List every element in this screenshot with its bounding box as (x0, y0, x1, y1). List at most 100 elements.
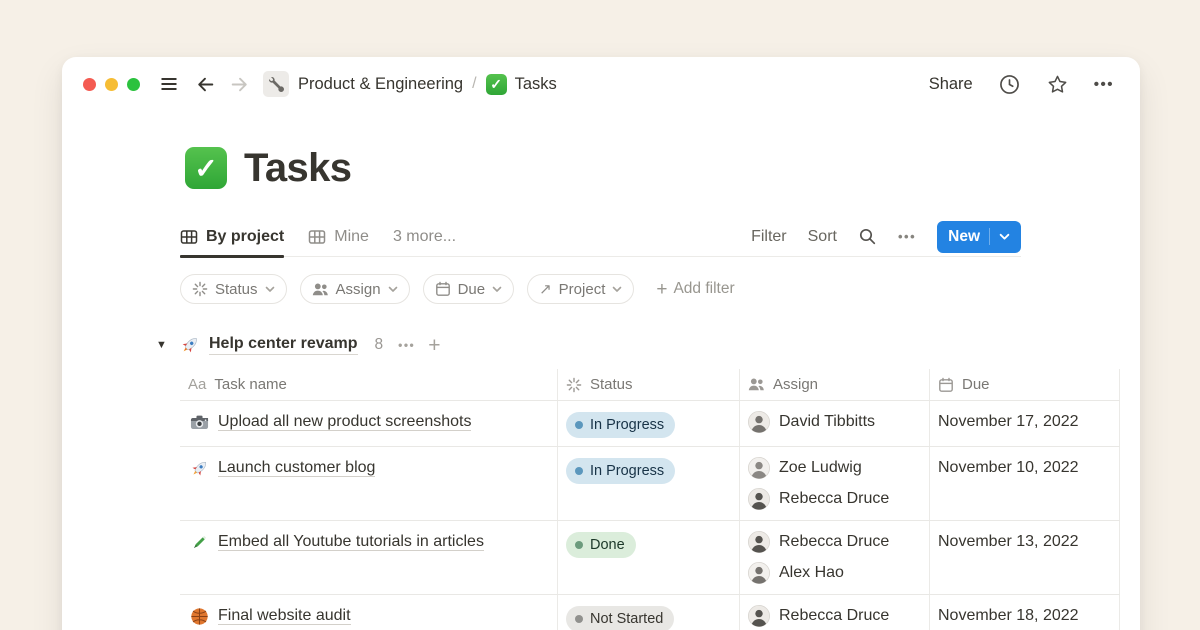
task-cell[interactable]: Embed all Youtube tutorials in articles (180, 521, 558, 594)
table-row: Embed all Youtube tutorials in articles … (180, 521, 1120, 595)
camera-icon (190, 413, 209, 432)
task-cell[interactable]: Launch customer blog (180, 447, 558, 520)
status-cell[interactable]: In Progress (558, 447, 740, 520)
assign-cell[interactable]: Rebecca Druce Alex Hao (740, 521, 930, 594)
sidebar-menu-icon[interactable] (158, 73, 180, 95)
tab-by-project[interactable]: By project (180, 217, 284, 257)
filter-chip-due[interactable]: Due (423, 274, 515, 304)
status-dot-icon (575, 467, 583, 475)
assignee[interactable]: David Tibbitts (748, 409, 921, 435)
group-title[interactable]: Help center revamp (209, 335, 358, 355)
page-header: ✓ Tasks (180, 145, 1120, 191)
assignee-name: Alex Hao (779, 564, 844, 582)
assignee[interactable]: Rebecca Druce (748, 529, 921, 555)
filter-button[interactable]: Filter (751, 228, 787, 246)
task-cell[interactable]: Final website audit (180, 595, 558, 630)
table-row: Final website audit Not Started Rebecca … (180, 595, 1120, 630)
table-row: Launch customer blog In Progress Zoe Lud… (180, 447, 1120, 521)
new-button-divider (989, 228, 990, 245)
avatar (748, 488, 770, 510)
due-cell[interactable]: November 18, 2022 → November 20, 2022 (930, 595, 1120, 630)
column-label: Assign (773, 376, 818, 393)
assign-cell[interactable]: Rebecca Druce (740, 595, 930, 630)
due-date: November 13, 2022 (938, 533, 1079, 550)
pencil-icon (190, 533, 209, 552)
assignee[interactable]: Rebecca Druce (748, 486, 921, 512)
new-button[interactable]: New (937, 221, 1021, 253)
chevron-down-icon (265, 286, 275, 293)
breadcrumb-workspace[interactable]: Product & Engineering (298, 75, 463, 94)
chevron-down-icon[interactable] (999, 233, 1010, 241)
status-cell[interactable]: Not Started (558, 595, 740, 630)
view-options-icon[interactable]: ••• (898, 229, 916, 244)
group-header: ▼ Help center revamp 8 ••• + (156, 329, 1120, 361)
star-icon[interactable] (1046, 73, 1069, 96)
breadcrumb-page[interactable]: Tasks (515, 75, 557, 94)
filter-chip-project[interactable]: ↗ Project (527, 274, 634, 304)
task-title[interactable]: Launch customer blog (218, 455, 375, 481)
arrow-up-right-icon: ↗ (539, 280, 552, 298)
breadcrumb-separator: / (472, 75, 476, 93)
column-header-due[interactable]: Due (930, 369, 1120, 400)
assignee[interactable]: Rebecca Druce (748, 603, 921, 629)
assignee-name: Rebecca Druce (779, 607, 889, 625)
rocket-icon (190, 459, 209, 478)
table-header-row: Aa Task name Status Assign (180, 369, 1120, 401)
more-views-link[interactable]: 3 more... (393, 228, 456, 246)
status-cell[interactable]: Done (558, 521, 740, 594)
column-header-task-name[interactable]: Aa Task name (180, 369, 558, 400)
task-title[interactable]: Final website audit (218, 603, 351, 629)
task-title[interactable]: Upload all new product screenshots (218, 409, 471, 435)
chip-label: Project (559, 281, 606, 298)
group-options-icon[interactable]: ••• (398, 338, 415, 352)
check-page-icon-large[interactable]: ✓ (185, 147, 227, 189)
group-add-icon[interactable]: + (428, 335, 440, 356)
minimize-window-button[interactable] (105, 78, 118, 91)
close-window-button[interactable] (83, 78, 96, 91)
sort-button[interactable]: Sort (808, 228, 837, 246)
chevron-down-icon (612, 286, 622, 293)
workspace-breadcrumb-item[interactable] (263, 71, 289, 97)
assignee-name: Rebecca Druce (779, 490, 889, 508)
task-cell[interactable]: Upload all new product screenshots (180, 401, 558, 446)
table-row: Upload all new product screenshots In Pr… (180, 401, 1120, 447)
add-filter-button[interactable]: + Add filter (656, 280, 734, 299)
tab-mine[interactable]: Mine (308, 217, 369, 257)
new-button-label: New (948, 228, 980, 246)
forward-arrow-icon[interactable] (229, 74, 250, 95)
back-arrow-icon[interactable] (195, 74, 216, 95)
page-title[interactable]: Tasks (244, 146, 351, 191)
due-cell[interactable]: November 17, 2022 (930, 401, 1120, 446)
status-badge[interactable]: In Progress (566, 412, 675, 438)
column-header-assign[interactable]: Assign (740, 369, 930, 400)
column-header-status[interactable]: Status (558, 369, 740, 400)
task-title[interactable]: Embed all Youtube tutorials in articles (218, 529, 484, 555)
status-cell[interactable]: In Progress (558, 401, 740, 446)
assignee[interactable]: Zoe Ludwig (748, 455, 921, 481)
assignee[interactable]: Alex Hao (748, 560, 921, 586)
due-cell[interactable]: November 10, 2022 (930, 447, 1120, 520)
collapse-triangle-icon[interactable]: ▼ (156, 339, 180, 351)
filter-chips-row: Status Assign Due ↗ Project (180, 273, 1120, 305)
share-button[interactable]: Share (929, 75, 973, 94)
tab-label: By project (206, 228, 284, 246)
topbar-actions: Share ••• (929, 73, 1114, 96)
status-badge[interactable]: Done (566, 532, 636, 558)
status-badge[interactable]: In Progress (566, 458, 675, 484)
status-badge[interactable]: Not Started (566, 606, 674, 630)
assignee-name: Rebecca Druce (779, 533, 889, 551)
column-label: Task name (214, 376, 287, 393)
status-spinner-icon (192, 281, 208, 297)
assignee-name: Zoe Ludwig (779, 459, 862, 477)
filter-chip-status[interactable]: Status (180, 274, 287, 304)
chip-label: Assign (336, 281, 381, 298)
assign-cell[interactable]: David Tibbitts (740, 401, 930, 446)
assign-cell[interactable]: Zoe Ludwig Rebecca Druce (740, 447, 930, 520)
search-icon[interactable] (858, 227, 877, 246)
due-cell[interactable]: November 13, 2022 (930, 521, 1120, 594)
clock-icon[interactable] (998, 73, 1021, 96)
window-topbar: Product & Engineering / ✓ Tasks Share ••… (62, 57, 1140, 111)
more-options-icon[interactable]: ••• (1094, 76, 1114, 93)
filter-chip-assign[interactable]: Assign (300, 274, 410, 304)
zoom-window-button[interactable] (127, 78, 140, 91)
